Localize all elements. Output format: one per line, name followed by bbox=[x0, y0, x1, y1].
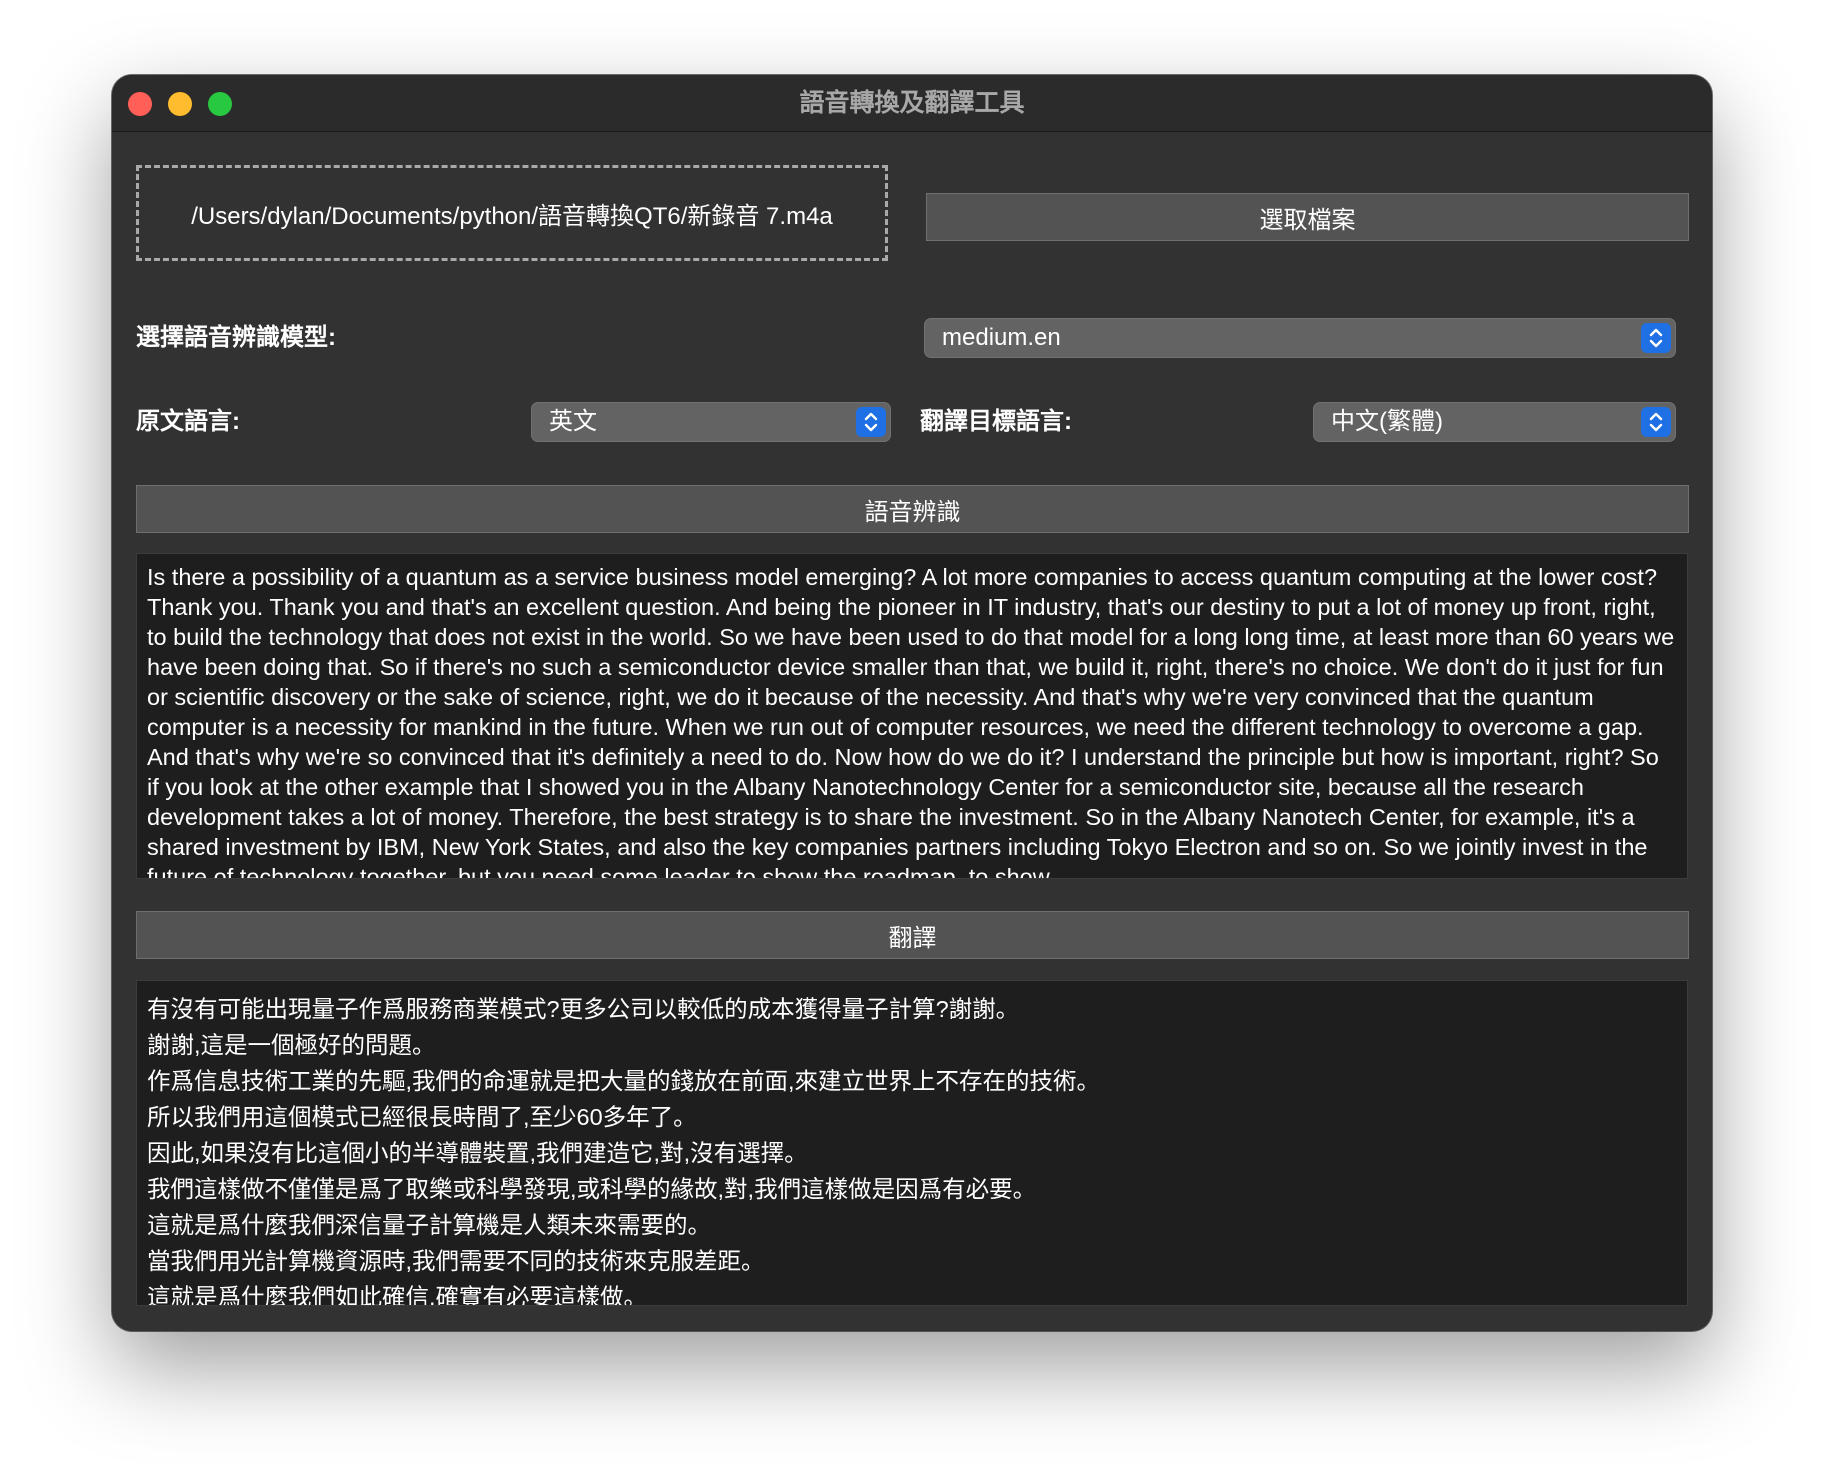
chevron-updown-icon bbox=[856, 407, 886, 437]
speech-recognition-button[interactable]: 語音辨識 bbox=[136, 485, 1689, 533]
translation-line: 當我們用光計算機資源時,我們需要不同的技術來克服差距。 bbox=[147, 1248, 765, 1274]
translation-line: 這就是爲什麼我們如此確信,確實有必要這樣做。 bbox=[147, 1284, 648, 1306]
translate-button[interactable]: 翻譯 bbox=[136, 911, 1689, 959]
title-bar[interactable]: 語音轉換及翻譯工具 bbox=[112, 75, 1712, 132]
model-label: 選擇語音辨識模型: bbox=[136, 324, 336, 351]
translation-line: 謝謝,這是一個極好的問題。 bbox=[147, 1032, 436, 1058]
app-window: 語音轉換及翻譯工具 /Users/dylan/Documents/python/… bbox=[112, 75, 1712, 1331]
translation-line: 因此,如果沒有比這個小的半導體裝置,我們建造它,對,沒有選擇。 bbox=[147, 1140, 808, 1166]
file-drop-area[interactable]: /Users/dylan/Documents/python/語音轉換QT6/新錄… bbox=[136, 165, 888, 261]
target-language-select[interactable]: 中文(繁體) bbox=[1313, 402, 1676, 442]
translation-text-area[interactable]: 有沒有可能出現量子作爲服務商業模式?更多公司以較低的成本獲得量子計算?謝謝。 謝… bbox=[136, 980, 1688, 1306]
model-select[interactable]: medium.en bbox=[924, 318, 1676, 358]
source-language-label: 原文語言: bbox=[136, 408, 240, 435]
chevron-updown-icon bbox=[1641, 323, 1671, 353]
window-title: 語音轉換及翻譯工具 bbox=[799, 89, 1025, 117]
translation-line: 所以我們用這個模式已經很長時間了,至少60多年了。 bbox=[147, 1104, 697, 1130]
transcript-text: Is there a possibility of a quantum as a… bbox=[147, 564, 1675, 879]
translation-line: 我們這樣做不僅僅是爲了取樂或科學發現,或科學的緣故,對,我們這樣做是因爲有必要。 bbox=[147, 1176, 1037, 1202]
target-language-value: 中文(繁體) bbox=[1331, 408, 1443, 435]
transcript-text-area[interactable]: Is there a possibility of a quantum as a… bbox=[136, 553, 1688, 879]
source-language-select[interactable]: 英文 bbox=[531, 402, 891, 442]
model-select-value: medium.en bbox=[942, 324, 1061, 351]
source-language-value: 英文 bbox=[549, 408, 597, 435]
chevron-updown-icon bbox=[1641, 407, 1671, 437]
translation-line: 這就是爲什麼我們深信量子計算機是人類未來需要的。 bbox=[147, 1212, 711, 1238]
file-path-label: /Users/dylan/Documents/python/語音轉換QT6/新錄… bbox=[191, 202, 833, 230]
translation-line: 有沒有可能出現量子作爲服務商業模式?更多公司以較低的成本獲得量子計算?謝謝。 bbox=[147, 996, 1020, 1022]
target-language-label: 翻譯目標語言: bbox=[920, 408, 1072, 435]
translation-line: 作爲信息技術工業的先驅,我們的命運就是把大量的錢放在前面,來建立世界上不存在的技… bbox=[147, 1068, 1101, 1094]
select-file-button[interactable]: 選取檔案 bbox=[926, 193, 1689, 241]
